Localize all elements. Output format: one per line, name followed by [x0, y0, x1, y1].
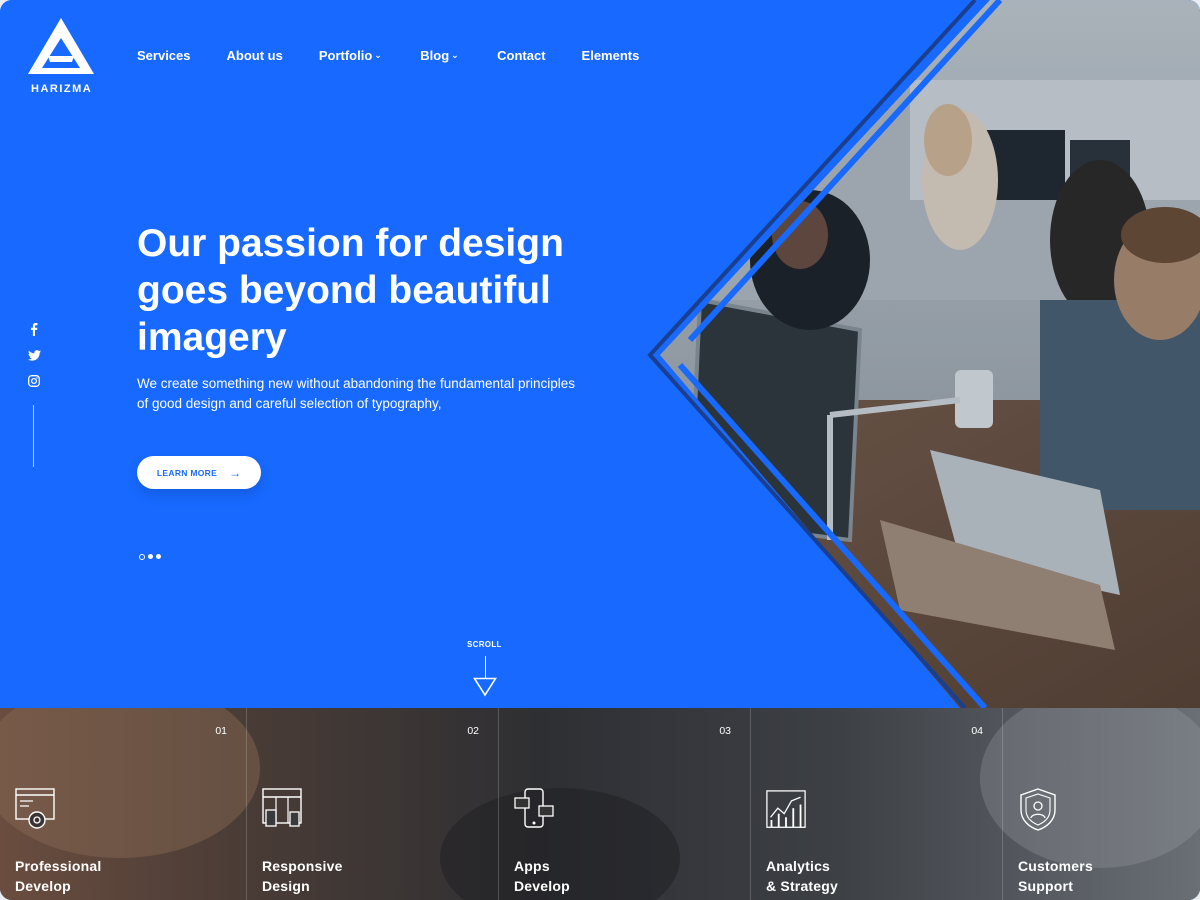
hero-section: HARIZMA Services About us Portfolio ⌄ Blo…	[0, 0, 1200, 708]
service-title-line: Apps	[514, 858, 550, 874]
service-title: Customers Support	[1018, 856, 1093, 896]
slider-dot[interactable]	[148, 554, 153, 559]
service-title-line: Support	[1018, 878, 1074, 894]
slider-pagination	[139, 554, 161, 560]
headline-line: Our passion for design	[137, 222, 564, 265]
service-card-responsive-design[interactable]: 02 Responsive Design	[247, 708, 499, 900]
learn-more-button[interactable]: LEARN MORE →	[137, 456, 261, 489]
mobile-app-icon	[514, 788, 554, 828]
arrow-right-icon: →	[229, 465, 242, 480]
nav-label: Elements	[581, 48, 640, 63]
service-card-customers-support[interactable]: Customers Support	[1003, 708, 1200, 900]
slider-dot-active[interactable]	[139, 554, 145, 560]
service-title: Professional Develop	[15, 856, 101, 896]
nav-item-blog[interactable]: Blog ⌄	[420, 48, 461, 63]
service-title-line: Analytics	[766, 858, 831, 874]
hero-description: We create something new without abandoni…	[137, 374, 587, 414]
nav-label: Services	[137, 48, 191, 63]
nav-label: Contact	[497, 48, 546, 63]
nav-item-about-us[interactable]: About us	[227, 48, 283, 63]
nav-label: About us	[226, 48, 283, 63]
analytics-chart-icon	[766, 790, 806, 828]
nav-label: Blog	[420, 48, 450, 63]
service-title-line: Develop	[514, 878, 570, 894]
service-title-line: Design	[262, 878, 310, 894]
service-card-apps-develop[interactable]: 03 Apps Develop	[499, 708, 751, 900]
chevron-down-icon: ⌄	[374, 50, 382, 60]
service-title: Analytics & Strategy	[766, 856, 838, 896]
services-strip: 01 Professional Develop 02 Responsive De…	[0, 708, 1200, 900]
facebook-icon[interactable]	[27, 322, 41, 336]
headline-line: goes beyond beautiful	[137, 269, 551, 312]
nav-item-portfolio[interactable]: Portfolio ⌄	[319, 48, 384, 63]
nav-item-elements[interactable]: Elements	[582, 48, 640, 63]
nav-label: Portfolio	[318, 48, 373, 63]
nav-item-contact[interactable]: Contact	[497, 48, 545, 63]
user-shield-icon	[1020, 788, 1056, 831]
chevron-down-icon: ⌄	[451, 50, 459, 60]
service-card-professional-develop[interactable]: 01 Professional Develop	[0, 708, 247, 900]
scroll-down-icon[interactable]	[473, 677, 497, 697]
twitter-icon[interactable]	[27, 348, 41, 362]
headline-line: imagery	[137, 316, 287, 359]
service-number: 01	[215, 725, 227, 737]
service-title-line: Professional	[15, 858, 102, 874]
slider-dot[interactable]	[156, 554, 161, 559]
hero-headline: Our passion for design goes beyond beaut…	[137, 220, 617, 361]
learn-more-label: LEARN MORE	[156, 467, 218, 478]
nav-item-services[interactable]: Services	[137, 48, 191, 63]
service-title: Responsive Design	[262, 856, 343, 896]
page: HARIZMA Services About us Portfolio ⌄ Blo…	[0, 0, 1200, 900]
service-number: 03	[719, 725, 731, 737]
service-title-line: Responsive	[262, 858, 343, 874]
responsive-devices-icon	[262, 788, 302, 827]
social-divider	[33, 405, 34, 467]
service-title-line: & Strategy	[766, 878, 839, 894]
service-title-line: Develop	[15, 878, 71, 894]
service-title-line: Customers	[1018, 858, 1093, 874]
social-links	[26, 322, 42, 388]
brand-name: HARIZMA	[31, 83, 93, 95]
service-title: Apps Develop	[514, 856, 570, 896]
code-gear-icon	[15, 788, 55, 829]
service-number: 04	[971, 725, 983, 737]
main-nav: Services About us Portfolio ⌄ Blog ⌄ Conta…	[137, 48, 675, 63]
description-line: We create something new without abandoni…	[137, 376, 576, 391]
scroll-label: SCROLL	[467, 640, 502, 649]
description-line: of good design and careful selection of …	[137, 396, 442, 411]
service-card-analytics-strategy[interactable]: 04 Analytics & Strategy	[751, 708, 1003, 900]
service-number: 02	[467, 725, 479, 737]
instagram-icon[interactable]	[27, 374, 41, 388]
scroll-line	[485, 656, 486, 678]
